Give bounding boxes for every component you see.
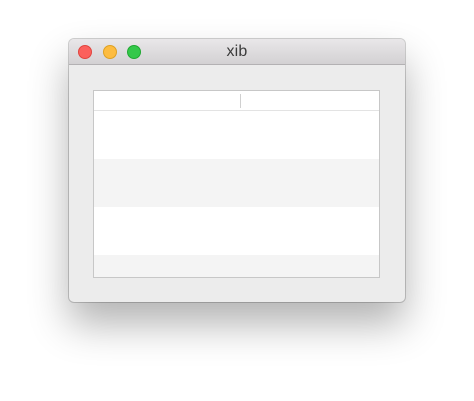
table-cell — [240, 111, 379, 159]
table-row[interactable] — [94, 207, 379, 255]
table-view[interactable] — [93, 90, 380, 278]
table-row[interactable] — [94, 255, 379, 277]
table-cell — [240, 159, 379, 207]
desktop-background: xib — [0, 0, 474, 401]
column-header-1[interactable] — [94, 91, 240, 110]
table-cell — [240, 255, 379, 277]
column-header-2[interactable] — [240, 91, 379, 110]
column-divider[interactable] — [240, 94, 241, 108]
table-cell — [94, 111, 240, 159]
table-body — [94, 111, 379, 277]
table-cell — [94, 207, 240, 255]
table-cell — [94, 159, 240, 207]
table-header — [94, 91, 379, 111]
app-window: xib — [69, 39, 405, 302]
table-row[interactable] — [94, 159, 379, 207]
window-title: xib — [226, 43, 248, 60]
table-row[interactable] — [94, 111, 379, 159]
title-bar[interactable]: xib — [69, 39, 405, 65]
table-cell — [94, 255, 240, 277]
table-cell — [240, 207, 379, 255]
